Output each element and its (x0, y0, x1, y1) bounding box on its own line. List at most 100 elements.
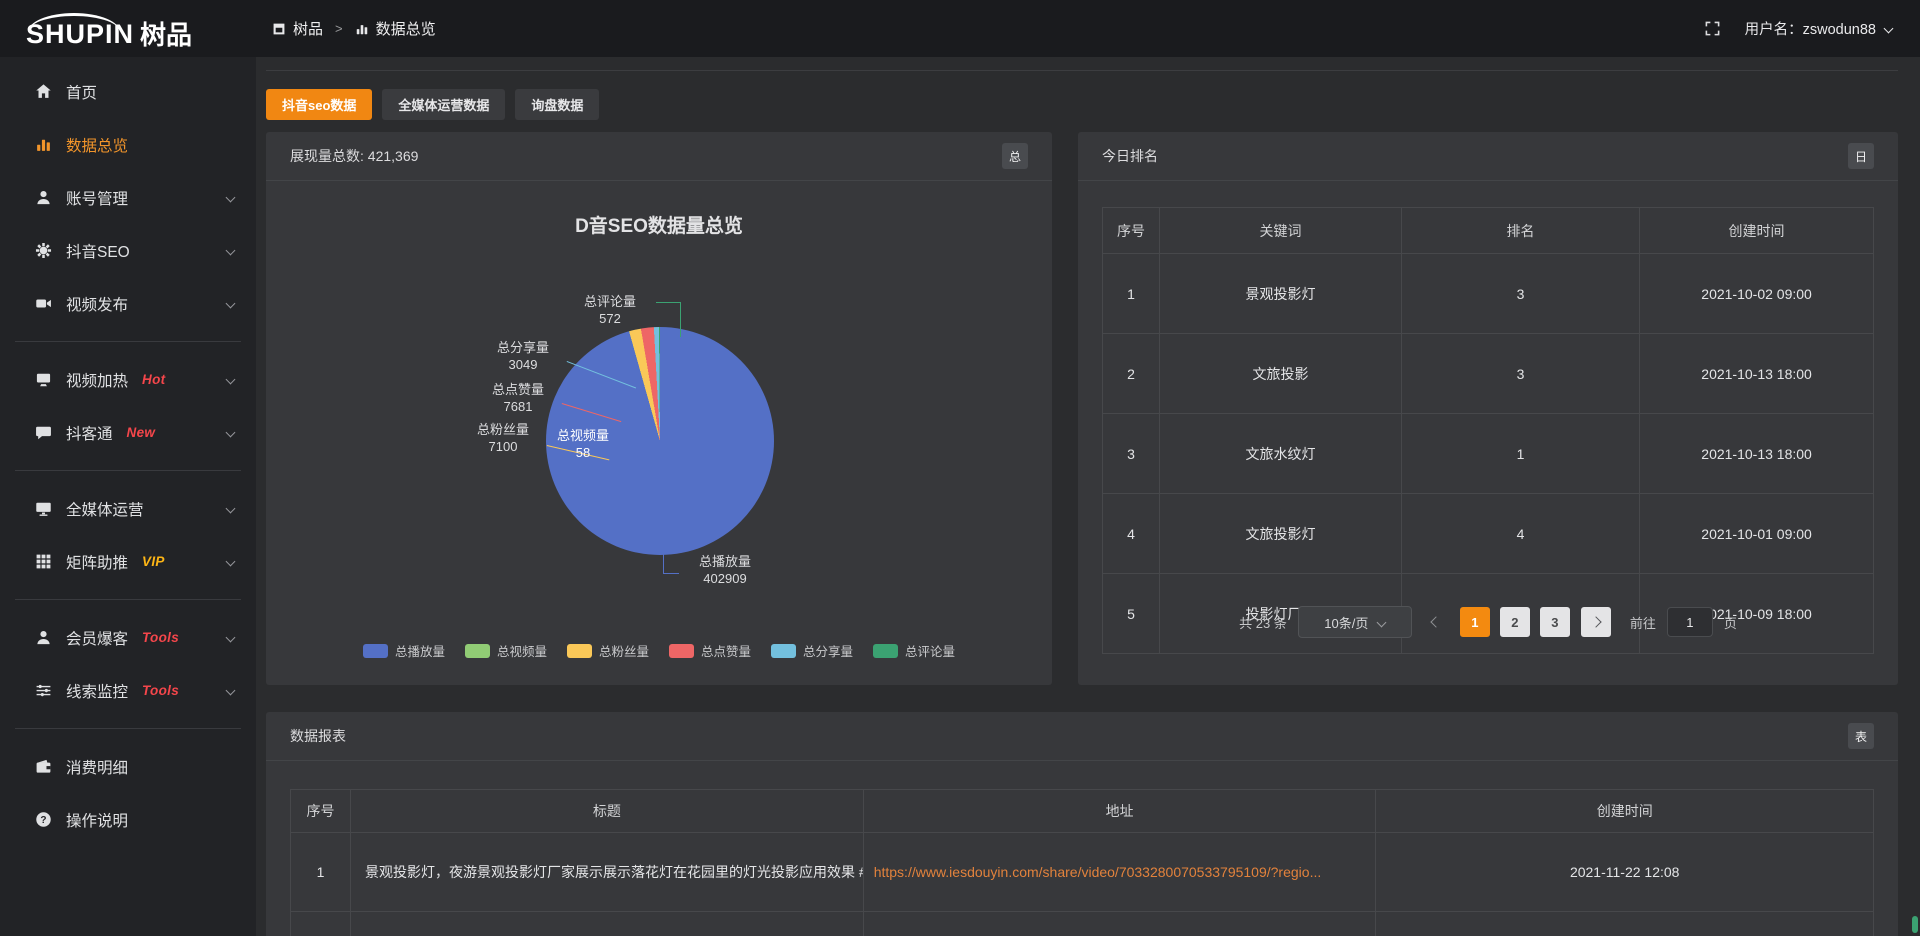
sidebar-divider (15, 599, 241, 600)
dashboard-icon (272, 22, 286, 36)
chevron-left-icon (1430, 616, 1441, 627)
sidebar-item-badge: VIP (142, 554, 165, 569)
sidebar-divider (15, 470, 241, 471)
scrollbar-thumb[interactable] (1912, 916, 1918, 933)
pie-leader-play (663, 547, 679, 574)
table-row: 4文旅投影灯42021-10-01 09:00 (1103, 494, 1874, 574)
main-content: 抖音seo数据全媒体运营数据询盘数据 展现量总数: 421,369 总 D音SE… (256, 57, 1920, 936)
goto-unit-label: 页 (1724, 613, 1737, 632)
sidebar-menu: 首页数据总览账号管理抖音SEO 视频发布视频加热Hot抖客通New 全媒体运营矩阵助… (0, 57, 256, 846)
legend-item[interactable]: 总视频量 (465, 641, 547, 660)
overview-total-badge-button[interactable]: 总 (1002, 143, 1028, 169)
chevron-right-icon (1590, 616, 1601, 627)
legend-item[interactable]: 总分享量 (771, 641, 853, 660)
sidebar-item-label: 全媒体运营 (66, 498, 144, 520)
sidebar-item-douyin-seo[interactable]: 抖音SEO (0, 224, 256, 277)
sidebar-item-video-heat[interactable]: 视频加热Hot (0, 353, 256, 406)
sidebar-item-member-baoke[interactable]: 会员爆客Tools (0, 611, 256, 664)
page-button-3[interactable]: 3 (1540, 607, 1570, 637)
legend-item[interactable]: 总评论量 (873, 641, 955, 660)
page-button-1[interactable]: 1 (1460, 607, 1490, 637)
sidebar-item-data-overview[interactable]: 数据总览 (0, 118, 256, 171)
next-page-button[interactable] (1581, 607, 1611, 637)
pie-chart: D音SEO数据量总览 总评论量 572 总分享量 3049 总点赞量 7681 (266, 181, 1052, 686)
report-column-header: 地址 (863, 790, 1376, 833)
fullscreen-icon[interactable] (1704, 20, 1721, 37)
table-cell (291, 912, 351, 936)
tab-1[interactable]: 抖音seo数据 (266, 89, 372, 120)
chevron-down-icon (226, 193, 236, 203)
legend-label: 总播放量 (395, 641, 445, 660)
sidebar-item-consume-detail[interactable]: 消费明细 (0, 740, 256, 793)
logo[interactable]: SHUPIN 树品 (0, 9, 256, 48)
table-row: 3文旅水纹灯12021-10-13 18:00 (1103, 414, 1874, 494)
table-row: 1景观投影灯，夜游景观投影灯厂家展示展示落花灯在花园里的灯光投影应用效果 #ht… (291, 833, 1874, 912)
chevron-down-icon (226, 557, 236, 567)
sidebar-item-label: 账号管理 (66, 187, 128, 209)
goto-page-input[interactable]: 1 (1667, 607, 1713, 637)
report-table-body: 1景观投影灯，夜游景观投影灯厂家展示展示落花灯在花园里的灯光投影应用效果 #ht… (291, 833, 1874, 936)
legend-label: 总点赞量 (701, 641, 751, 660)
page-size-select[interactable]: 10条/页 (1298, 606, 1412, 638)
logo-text-cn: 树品 (140, 22, 192, 48)
report-link[interactable]: https://www.iesdouyin.com/share/video/70… (874, 864, 1322, 880)
sidebar-item-douketong[interactable]: 抖客通New (0, 406, 256, 459)
legend-item[interactable]: 总播放量 (363, 641, 445, 660)
breadcrumb-item-current[interactable]: 数据总览 (355, 18, 436, 39)
table-cell: 2021-10-13 18:00 (1640, 334, 1874, 414)
report-table-badge-button[interactable]: 表 (1848, 723, 1874, 749)
breadcrumb-item-home[interactable]: 树品 (272, 18, 323, 39)
user-menu[interactable]: 用户名：zswodun88 (1745, 18, 1892, 39)
sidebar-item-media-ops[interactable]: 全媒体运营 (0, 482, 256, 535)
video-icon (34, 295, 52, 313)
report-title-cell: 景观投影灯，夜游景观投影灯厂家展示展示落花灯在花园里的灯光投影应用效果 # (350, 833, 863, 912)
table-cell: 4 (1103, 494, 1160, 574)
legend-item[interactable]: 总点赞量 (669, 641, 751, 660)
sidebar-item-help[interactable]: ?操作说明 (0, 793, 256, 846)
chat-icon (34, 424, 52, 442)
pie-label-like: 总点赞量 7681 (475, 381, 561, 415)
rank-day-badge-button[interactable]: 日 (1848, 143, 1874, 169)
sidebar-item-account-manage[interactable]: 账号管理 (0, 171, 256, 224)
chart-title: D音SEO数据量总览 (266, 211, 1052, 238)
legend-item[interactable]: 总粉丝量 (567, 641, 649, 660)
tab-2[interactable]: 全媒体运营数据 (382, 89, 505, 120)
sidebar-item-badge: New (127, 425, 156, 440)
prev-page-button[interactable] (1423, 607, 1449, 637)
table-cell: 1 (1401, 414, 1639, 494)
pie-label-share: 总分享量 3049 (480, 339, 566, 373)
legend-swatch (873, 644, 898, 658)
tab-3[interactable]: 询盘数据 (515, 89, 599, 120)
sidebar-item-matrix-boost[interactable]: 矩阵助推 VIP (0, 535, 256, 588)
rank-table-body: 1景观投影灯32021-10-02 09:002文旅投影32021-10-13 … (1103, 254, 1874, 654)
chevron-down-icon (226, 504, 236, 514)
pie-label-name: 总分享量 (480, 339, 566, 356)
pie-label-value: 3049 (480, 356, 566, 373)
overview-panel-header: 展现量总数: 421,369 总 (266, 132, 1052, 181)
legend-label: 总评论量 (905, 641, 955, 660)
sidebar-item-clue-monitor[interactable]: 线索监控Tools (0, 664, 256, 717)
chart-legend: 总播放量 总视频量 总粉丝量 总点赞量 总分享量 总评论量 (266, 641, 1052, 660)
report-table-head: 序号标题地址创建时间 (291, 790, 1874, 833)
wallet-icon (34, 758, 52, 776)
rank-table: 序号关键词排名创建时间 1景观投影灯32021-10-02 09:002文旅投影… (1102, 207, 1874, 654)
sidebar: 首页数据总览账号管理抖音SEO 视频发布视频加热Hot抖客通New 全媒体运营矩阵助… (0, 57, 256, 936)
overview-panel-title: 展现量总数: 421,369 (290, 146, 418, 166)
pie-label-play: 总播放量 402909 (680, 553, 770, 587)
legend-label: 总粉丝量 (599, 641, 649, 660)
table-cell: 景观投影灯 (1159, 254, 1401, 334)
pie-label-name: 总视频量 (553, 427, 613, 444)
sidebar-item-label: 抖音SEO (66, 240, 130, 262)
pie-label-comment: 总评论量 572 (564, 293, 656, 327)
legend-label: 总分享量 (803, 641, 853, 660)
grid-icon (34, 553, 52, 571)
goto-label: 前往 (1630, 613, 1656, 632)
sidebar-item-label: 矩阵助推 (66, 551, 128, 573)
pie-label-name: 总播放量 (680, 553, 770, 570)
sidebar-item-home[interactable]: 首页 (0, 65, 256, 118)
table-cell: 3 (1401, 254, 1639, 334)
rank-column-header: 创建时间 (1640, 208, 1874, 254)
table-cell: 2021-11-22 12:08 (1376, 833, 1874, 912)
page-button-2[interactable]: 2 (1500, 607, 1530, 637)
sidebar-item-video-publish[interactable]: 视频发布 (0, 277, 256, 330)
